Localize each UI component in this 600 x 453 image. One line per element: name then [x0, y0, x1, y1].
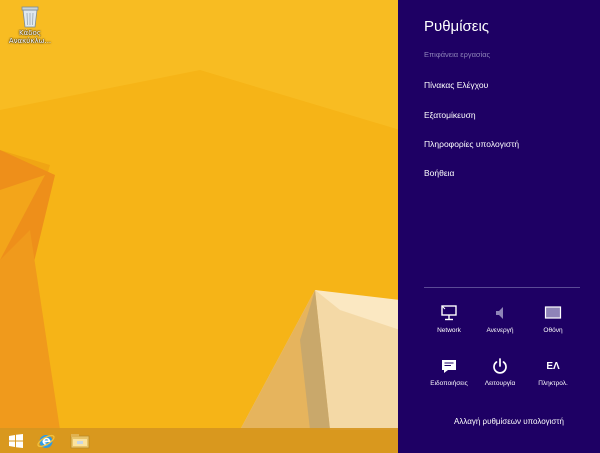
help-link[interactable]: Βοήθεια	[424, 168, 454, 178]
internet-explorer-button[interactable]	[30, 428, 62, 453]
internet-explorer-icon	[37, 434, 55, 448]
personalization-link[interactable]: Εξατομίκευση	[424, 110, 476, 120]
volume-icon	[496, 307, 503, 319]
power-icon	[493, 358, 507, 374]
keyboard-tile[interactable]: ΕΛ Πληκτρολ.	[523, 355, 583, 395]
recycle-bin-icon	[21, 6, 39, 28]
volume-label: Ανενεργή	[486, 327, 514, 334]
control-panel-link[interactable]: Πίνακας Ελέγχου	[424, 80, 488, 90]
keyboard-label: Πληκτρολ.	[538, 380, 568, 387]
screen-icon	[544, 306, 562, 319]
network-monitor-icon	[441, 305, 457, 321]
power-label: Λειτουργία	[484, 380, 516, 387]
change-pc-settings-link[interactable]: Αλλαγή ρυθμίσεων υπολογιστή	[454, 417, 564, 426]
folder-icon	[70, 433, 90, 448]
power-tile[interactable]: Λειτουργία	[470, 355, 530, 395]
divider	[424, 287, 580, 288]
start-button[interactable]	[0, 428, 32, 453]
screen-tile[interactable]: Οθόνη	[523, 302, 583, 342]
recycle-bin[interactable]: Κάδος Ανακύκλω...	[2, 4, 58, 45]
section-heading: Επιφάνεια εργασίας	[424, 50, 491, 59]
notifications-icon	[442, 360, 456, 373]
recycle-bin-label-1: Κάδος	[19, 29, 41, 37]
charm-title: Ρυθμίσεις	[424, 18, 490, 35]
recycle-bin-label-2: Ανακύκλω...	[8, 37, 52, 45]
settings-charm-panel: Ρυθμίσεις Επιφάνεια εργασίας Πίνακας Ελέ…	[398, 0, 600, 453]
volume-tile[interactable]: Ανενεργή	[470, 302, 530, 342]
screen-label: Οθόνη	[543, 327, 563, 334]
windows-logo-icon	[9, 433, 23, 448]
keyboard-language-icon: ΕΛ	[546, 360, 560, 372]
file-explorer-button[interactable]	[64, 428, 96, 453]
pc-info-link[interactable]: Πληροφορίες υπολογιστή	[424, 139, 519, 149]
